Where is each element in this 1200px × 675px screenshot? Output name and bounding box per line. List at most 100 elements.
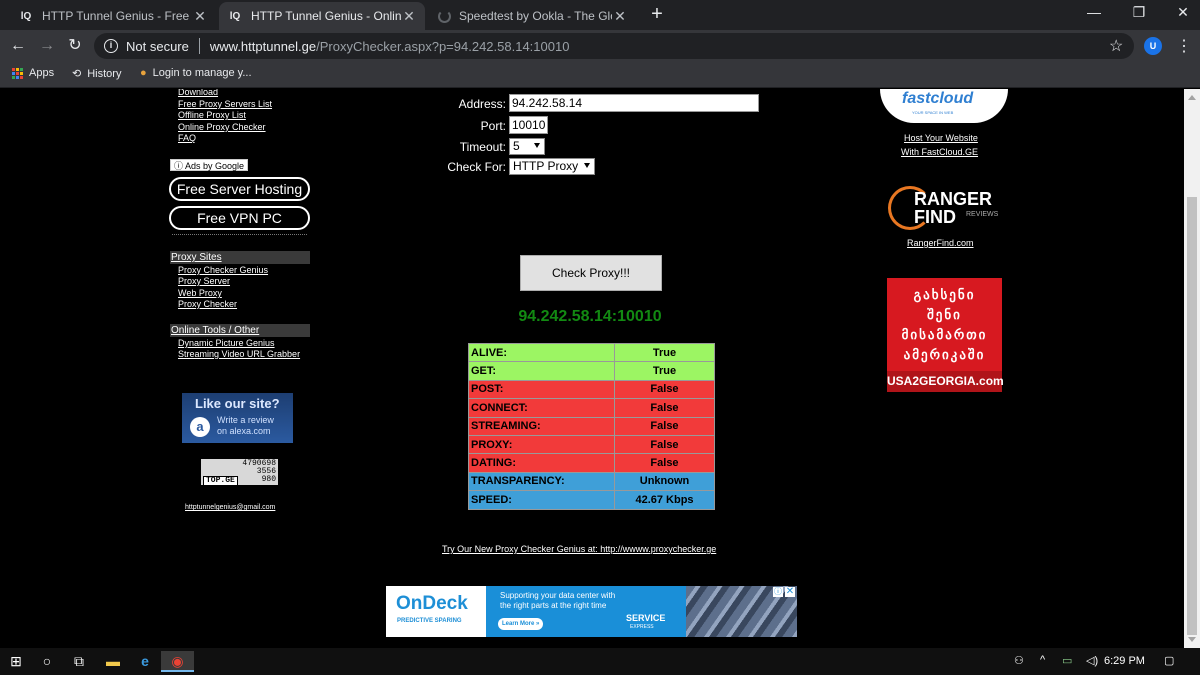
url-host[interactable]: www.httptunnel.ge	[210, 39, 316, 54]
adchoices-info-icon[interactable]: ⓘ	[773, 587, 783, 597]
profile-avatar[interactable]: U	[1144, 37, 1162, 55]
nav-link-proxy-checker-genius[interactable]: Proxy Checker Genius	[178, 265, 268, 275]
minimize-icon[interactable]: —	[1083, 4, 1105, 24]
ads-by-google-label[interactable]: ⓘ Ads by Google	[170, 159, 249, 171]
result-row-alive: ALIVE: True	[468, 342, 715, 363]
check-proxy-button[interactable]: Check Proxy!!!	[520, 255, 662, 291]
nav-link-web-proxy[interactable]: Web Proxy	[178, 288, 222, 298]
history-icon: ⟲	[72, 68, 82, 80]
nav-link-offline-proxy[interactable]: Offline Proxy List	[178, 110, 246, 120]
bookmark-apps[interactable]: Apps	[12, 67, 54, 79]
usa2g-line-3: მისამართი	[901, 327, 988, 342]
tab-2-active[interactable]: lQ HTTP Tunnel Genius - Online Pro ✕	[219, 2, 425, 30]
close-tab-icon[interactable]: ✕	[401, 8, 417, 25]
chrome-icon[interactable]: ◉	[161, 651, 194, 672]
edge-icon[interactable]: e	[134, 651, 156, 672]
usa2g-line-2: შენი	[927, 307, 962, 322]
nav-link-download[interactable]: Download	[178, 89, 218, 97]
result-value: True	[614, 361, 715, 381]
timeout-select[interactable]: 5	[509, 138, 545, 155]
alexa-title: Like our site?	[195, 396, 280, 411]
vertical-scrollbar[interactable]	[1184, 89, 1200, 648]
back-arrow-icon[interactable]: ←	[8, 36, 28, 56]
tab-3[interactable]: Speedtest by Ookla - The Global ✕	[430, 2, 636, 30]
windows-taskbar: ⊞ ○ ⧉ ▬ e ◉ ⚇ ^ ▭ ◁) 6:29 PM ▢	[0, 648, 1200, 675]
close-tab-icon[interactable]: ✕	[612, 8, 628, 25]
windows-start-icon[interactable]: ⊞	[5, 651, 27, 672]
ad-line2: the right parts at the right time	[500, 601, 607, 610]
nav-link-free-proxy-servers[interactable]: Free Proxy Servers List	[178, 99, 272, 109]
security-label[interactable]: Not secure	[126, 39, 189, 54]
new-tab-button[interactable]: +	[647, 4, 667, 25]
reload-icon[interactable]: ↻	[65, 36, 85, 56]
address-input[interactable]: 94.242.58.14	[509, 94, 759, 112]
close-tab-icon[interactable]: ✕	[192, 8, 208, 25]
learn-more-button[interactable]: Learn More »	[498, 618, 544, 630]
fastcloud-tag: YOUR SPACE IN WEB	[912, 110, 954, 115]
close-ad-icon[interactable]: ✕	[785, 587, 795, 597]
scroll-down-icon[interactable]	[1188, 637, 1196, 642]
nav-link-online-proxy-checker[interactable]: Online Proxy Checker	[178, 122, 266, 132]
result-key: DATING:	[468, 453, 615, 473]
nav-link-streaming-video-grabber[interactable]: Streaming Video URL Grabber	[178, 349, 300, 359]
ondeck-ad-banner[interactable]: OnDeck PREDICTIVE SPARING Supporting you…	[386, 586, 797, 637]
bookmark-star-icon[interactable]: ☆	[1109, 36, 1123, 56]
url-path[interactable]: /ProxyChecker.aspx?p=94.242.58.14:10010	[316, 39, 569, 54]
result-value: False	[614, 398, 715, 418]
clock[interactable]: 6:29 PM	[1104, 655, 1145, 667]
volume-icon[interactable]: ◁)	[1086, 654, 1098, 667]
result-key: ALIVE:	[468, 342, 615, 363]
tab-1[interactable]: lQ HTTP Tunnel Genius - Free Public ✕	[10, 2, 216, 30]
check-for-select[interactable]: HTTP Proxy	[509, 158, 595, 175]
close-window-icon[interactable]: ✕	[1172, 4, 1194, 24]
result-key: STREAMING:	[468, 416, 615, 436]
nav-link-proxy-server[interactable]: Proxy Server	[178, 276, 230, 286]
result-key: GET:	[468, 361, 615, 381]
bookmark-login[interactable]: ● Login to manage y...	[140, 67, 252, 79]
result-value: True	[614, 342, 715, 363]
httptunnel-favicon-icon: lQ	[229, 10, 241, 22]
battery-icon[interactable]: ▭	[1062, 654, 1072, 667]
topge-counter[interactable]: 4790698 3556 980 TOP.GE	[201, 459, 278, 486]
free-vpn-pc-button[interactable]: Free VPN PC	[169, 206, 310, 230]
fastcloud-link-1[interactable]: Host Your Website	[904, 133, 978, 143]
task-view-icon[interactable]: ⧉	[68, 651, 90, 672]
nav-link-proxy-checker[interactable]: Proxy Checker	[178, 299, 237, 309]
tab-title: HTTP Tunnel Genius - Online Pro	[251, 9, 401, 23]
cortana-circle-icon[interactable]: ○	[36, 651, 58, 672]
check-for-label: Check For:	[447, 160, 506, 174]
alexa-review-banner[interactable]: Like our site? a Write a review on alexa…	[182, 393, 293, 443]
people-icon[interactable]: ⚇	[1014, 654, 1024, 667]
maximize-icon[interactable]: ❐	[1128, 4, 1150, 24]
chevron-up-icon[interactable]: ^	[1040, 654, 1045, 666]
usa2georgia-ad[interactable]: გახსენი შენი მისამართი ამერიკაში USA2GEO…	[887, 278, 1004, 392]
forward-arrow-icon[interactable]: →	[37, 36, 57, 56]
nav-link-faq[interactable]: FAQ	[178, 133, 196, 143]
free-server-hosting-button[interactable]: Free Server Hosting	[169, 177, 310, 201]
topge-label: TOP.GE	[203, 476, 238, 486]
scroll-up-icon[interactable]	[1188, 95, 1196, 100]
fastcloud-logo[interactable]: fastcloud YOUR SPACE IN WEB	[880, 89, 1008, 123]
notifications-icon[interactable]: ▢	[1164, 654, 1174, 667]
divider	[198, 38, 200, 54]
proxy-sites-heading[interactable]: Proxy Sites	[170, 251, 310, 264]
apps-grid-icon	[12, 67, 23, 79]
nav-link-dynamic-picture-genius[interactable]: Dynamic Picture Genius	[178, 338, 275, 348]
port-input[interactable]: 10010	[509, 116, 548, 134]
menu-dots-icon[interactable]: ⋮	[1176, 36, 1192, 56]
bookmark-history[interactable]: ⟲ History	[72, 67, 121, 81]
timeout-value: 5	[513, 139, 520, 153]
service-express-logo: SERVICE	[626, 613, 666, 623]
address-bar[interactable]: i Not secure www.httptunnel.ge/ProxyChec…	[94, 33, 1134, 59]
usa2g-line-4: ამერიკაში	[903, 347, 986, 362]
file-explorer-icon[interactable]: ▬	[102, 651, 124, 672]
proxychecker-promo-link[interactable]: Try Our New Proxy Checker Genius at: htt…	[442, 544, 716, 554]
contact-email-link[interactable]: httptunnelgenius@gmail.com	[185, 504, 275, 511]
rangerfind-logo[interactable]: RANGER FIND REVIEWS	[888, 186, 1003, 236]
fastcloud-link-2[interactable]: With FastCloud.GE	[901, 147, 978, 157]
scrollbar-thumb[interactable]	[1187, 197, 1197, 635]
info-icon[interactable]: i	[104, 39, 118, 53]
result-row-post: POST: False	[468, 379, 715, 400]
online-tools-heading[interactable]: Online Tools / Other	[170, 324, 310, 337]
rangerfind-link[interactable]: RangerFind.com	[907, 238, 974, 248]
